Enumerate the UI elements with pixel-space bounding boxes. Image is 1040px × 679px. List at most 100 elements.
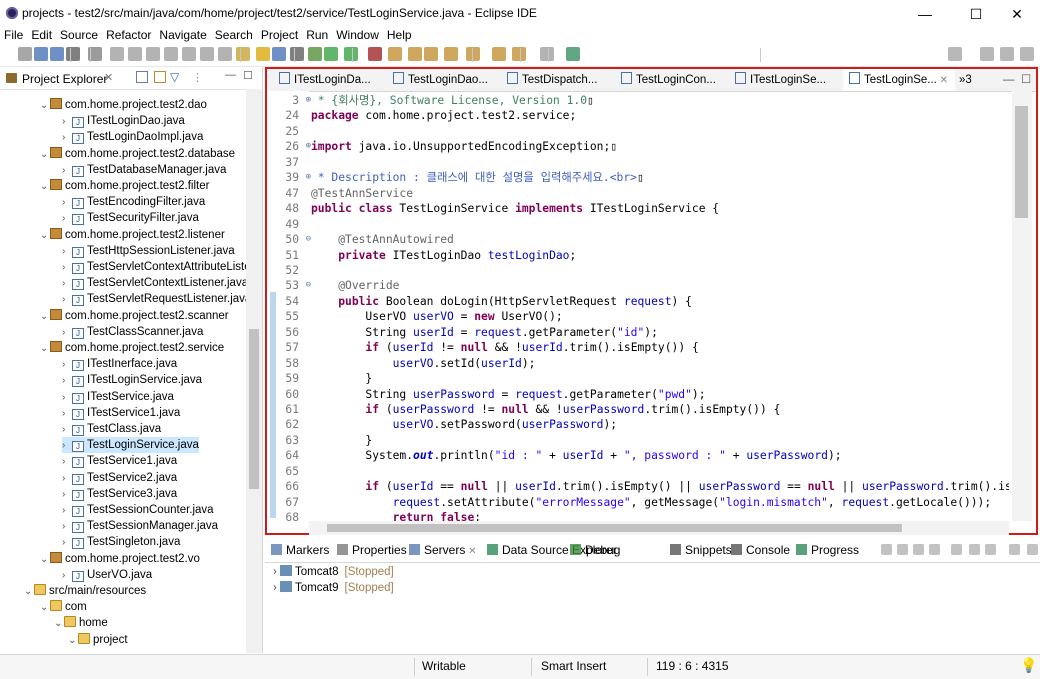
code-line[interactable]: UserVO userVO = new UserVO(); (311, 309, 562, 325)
collapse-arrow-icon[interactable]: ⌄ (40, 341, 50, 357)
menu-edit[interactable]: Edit (27, 28, 56, 42)
annotation-prev-icon[interactable] (466, 47, 480, 61)
tree-package[interactable]: ⌄ com.home.project.test2.vo (40, 551, 200, 567)
more-tabs-button[interactable]: »3 (959, 69, 972, 91)
menu-search[interactable]: Search (211, 28, 257, 42)
run-tool-icon[interactable] (344, 47, 358, 61)
code-line[interactable]: userVO.setId(userId); (311, 356, 536, 372)
collapse-arrow-icon[interactable]: ⌄ (40, 552, 50, 568)
tree-java-file[interactable]: › J TestServletRequestListener.java (62, 291, 251, 307)
disconnect-icon[interactable] (146, 47, 160, 61)
open-type-icon[interactable] (388, 47, 402, 61)
tree-folder[interactable]: ⌄ project (68, 632, 128, 648)
expand-arrow-icon[interactable]: › (62, 454, 72, 470)
code-line[interactable]: return false; (311, 510, 481, 521)
quick-search-icon[interactable] (948, 47, 962, 61)
editor-tab[interactable]: TestLoginSe... ✕ (843, 69, 955, 91)
expand-arrow-icon[interactable]: › (62, 195, 72, 211)
tree-package[interactable]: ⌄ com.home.project.test2.service (40, 340, 224, 356)
server-row[interactable]: › Tomcat9 [Stopped] (273, 580, 394, 596)
tree-java-file[interactable]: › J ITestService.java (62, 389, 174, 405)
suspend-icon[interactable] (110, 47, 124, 61)
expand-arrow-icon[interactable]: › (62, 114, 72, 130)
expand-arrow-icon[interactable]: › (62, 568, 72, 584)
collapse-arrow-icon[interactable]: ⌄ (40, 147, 50, 163)
code-line[interactable]: } (311, 371, 372, 387)
expand-arrow-icon[interactable]: › (62, 438, 72, 454)
step-into-icon[interactable] (164, 47, 178, 61)
block-select-icon[interactable] (272, 47, 286, 61)
open-task-icon[interactable] (408, 47, 422, 61)
close-tab-icon[interactable]: ✕ (104, 71, 113, 84)
menu-source[interactable]: Source (56, 28, 102, 42)
expand-arrow-icon[interactable]: › (62, 487, 72, 503)
toggle-mark-icon[interactable] (236, 47, 250, 61)
java-ee-perspective-icon[interactable] (1000, 47, 1014, 61)
expand-arrow-icon[interactable]: › (62, 519, 72, 535)
code-line[interactable]: @TestAnnAutowired (311, 232, 454, 248)
save-icon[interactable] (34, 47, 48, 61)
editor-tab[interactable]: ITestLoginSe... (729, 69, 841, 91)
menu-run[interactable]: Run (302, 28, 332, 42)
code-line[interactable]: String userPassword = request.getParamet… (311, 387, 705, 403)
close-button[interactable]: ✕ (994, 0, 1040, 28)
menu-file[interactable]: File (0, 28, 27, 42)
maximize-button[interactable]: ☐ (953, 0, 999, 28)
code-line[interactable]: * Description : 클래스에 대한 설명을 입력해주세요.<br>▯ (311, 170, 644, 186)
coverage-icon[interactable] (368, 47, 382, 61)
editor-tab[interactable]: TestLoginDao... (387, 69, 499, 91)
expand-arrow-icon[interactable]: › (273, 582, 280, 594)
expand-arrow-icon[interactable]: › (62, 276, 72, 292)
minimize-editor-icon[interactable]: — (1003, 69, 1015, 91)
expand-arrow-icon[interactable]: › (62, 325, 72, 341)
code-line[interactable]: * {회사명}, Software License, Version 1.0▯ (311, 93, 594, 109)
tree-package[interactable]: ⌄ com.home.project.test2.listener (40, 227, 225, 243)
view-menu-icon[interactable]: ⋮ (192, 71, 203, 84)
tree-package[interactable]: ⌄ com.home.project.test2.scanner (40, 308, 229, 324)
highlight-icon[interactable] (256, 47, 270, 61)
link-editor-icon[interactable] (154, 71, 166, 83)
forward-icon[interactable] (540, 47, 554, 61)
code-line[interactable]: @TestAnnService (311, 186, 413, 202)
code-line[interactable]: import java.io.UnsupportedEncodingExcept… (311, 139, 617, 155)
code-line[interactable]: userVO.setPassword(userPassword); (311, 417, 617, 433)
maximize-editor-icon[interactable]: ☐ (1021, 69, 1031, 91)
explorer-scroll-thumb[interactable] (249, 329, 259, 489)
bottom-tab-markers[interactable]: Markers (271, 543, 329, 557)
tree-java-file[interactable]: › J ITestLoginService.java (62, 372, 202, 388)
expand-arrow-icon[interactable]: › (62, 357, 72, 373)
code-line[interactable]: if (userPassword != null && !userPasswor… (311, 402, 780, 418)
expand-arrow-icon[interactable]: › (62, 130, 72, 146)
run-icon[interactable] (324, 47, 338, 61)
tree-package[interactable]: ⌄ com.home.project.test2.filter (40, 178, 209, 194)
menu-navigate[interactable]: Navigate (155, 28, 210, 42)
collapse-arrow-icon[interactable]: ⌄ (40, 179, 50, 195)
expand-arrow-icon[interactable]: › (62, 260, 72, 276)
code-line[interactable]: public class TestLoginService implements… (311, 201, 719, 217)
close-tab-icon[interactable]: ✕ (937, 75, 948, 86)
expand-arrow-icon[interactable]: › (62, 244, 72, 260)
tree-java-file[interactable]: › J TestEncodingFilter.java (62, 194, 205, 210)
tip-lightbulb-icon[interactable]: 💡 (1020, 657, 1037, 674)
code-line[interactable]: @Override (311, 278, 399, 294)
tree-java-file[interactable]: › J ITestService1.java (62, 405, 180, 421)
code-line[interactable]: public Boolean doLogin(HttpServletReques… (311, 294, 692, 310)
minimize-button[interactable]: — (902, 0, 948, 28)
terminate-icon[interactable] (128, 47, 142, 61)
expand-arrow-icon[interactable]: › (62, 406, 72, 422)
code-line[interactable]: } (311, 433, 372, 449)
tree-java-file[interactable]: › J TestLoginService.java (62, 437, 199, 454)
annotation-next-icon[interactable] (444, 47, 458, 61)
pin-editor-icon[interactable] (566, 47, 580, 61)
save-all-icon[interactable] (50, 47, 64, 61)
menu-window[interactable]: Window (332, 28, 383, 42)
bottom-tab-servers[interactable]: Servers ✕ (409, 543, 477, 557)
collapse-arrow-icon[interactable]: ⌄ (40, 600, 50, 616)
tree-package[interactable]: ⌄ com.home.project.test2.database (40, 146, 235, 162)
project-explorer-tab[interactable]: Project Explorer ✕ ▽ ⋮ — ☐ (0, 67, 262, 90)
bottom-tab-snippets[interactable]: Snippets (670, 543, 732, 557)
tree-package[interactable]: ⌄ com.home.project.test2.dao (40, 97, 207, 113)
collapse-all-icon[interactable] (136, 71, 148, 83)
tree-java-file[interactable]: › J TestSessionCounter.java (62, 502, 214, 518)
bottom-tab-properties[interactable]: Properties (337, 543, 407, 557)
